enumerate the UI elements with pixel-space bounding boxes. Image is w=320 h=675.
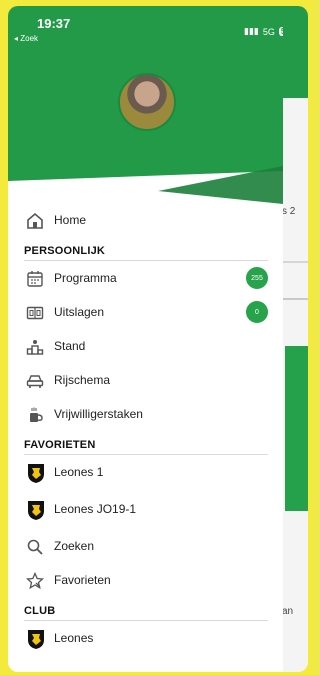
star-icon	[26, 572, 44, 590]
home-icon	[27, 212, 43, 229]
section-divider	[24, 620, 268, 621]
menu-item-rijschema[interactable]: Rijschema	[8, 364, 283, 398]
back-to-search-link[interactable]: ◂ Zoek	[14, 34, 38, 43]
section-label: PERSOONLIJK	[24, 245, 106, 257]
status-time: 19:37	[37, 16, 71, 31]
network-label: 5G	[262, 26, 275, 37]
avatar[interactable]	[118, 73, 176, 131]
count-badge: 255	[246, 267, 268, 289]
status-indicators: ▮▮▮ 5G 50	[244, 26, 283, 37]
calendar-icon	[27, 271, 43, 287]
drawer-header: 19:37 ◂ Zoek ▮▮▮ 5G 50	[8, 6, 283, 204]
background-text: s 2	[282, 206, 296, 217]
menu-item-label: Home	[54, 213, 87, 227]
menu-item-label: Rijschema	[54, 373, 111, 387]
background-green-card	[285, 346, 308, 511]
section-divider	[24, 260, 268, 261]
section-label: FAVORIETEN	[24, 439, 96, 451]
menu-item-label: Leones 1	[54, 465, 104, 479]
search-icon	[27, 539, 43, 555]
menu-item-vrijwilligerstaken[interactable]: Vrijwilligerstaken	[8, 398, 283, 432]
menu-item-label: Uitslagen	[54, 305, 105, 319]
car-icon	[26, 375, 44, 388]
club-crest-icon	[28, 630, 44, 649]
menu-item-programma[interactable]: Programma 255	[8, 262, 283, 296]
menu-item-label: Vrijwilligerstaken	[54, 407, 143, 421]
menu-item-uitslagen[interactable]: Uitslagen 0	[8, 296, 283, 330]
scoreboard-icon	[26, 306, 44, 320]
menu-item-label: Stand	[54, 339, 86, 353]
battery-icon: 50	[278, 27, 283, 36]
volunteer-icon	[30, 407, 43, 422]
menu-item-label: Programma	[54, 271, 117, 285]
menu-item-label: Leones	[54, 631, 94, 645]
navigation-drawer: 19:37 ◂ Zoek ▮▮▮ 5G 50 Home PERSOONLIJK	[8, 6, 283, 672]
menu-item-leones-1[interactable]: Leones 1	[8, 456, 283, 490]
section-header-club: CLUB	[8, 598, 283, 622]
section-header-favorites: FAVORIETEN	[8, 432, 283, 456]
signal-icon: ▮▮▮	[244, 26, 259, 36]
menu-item-club-leones[interactable]: Leones	[8, 622, 283, 656]
podium-icon	[26, 340, 44, 355]
menu-item-label: Zoeken	[54, 539, 95, 553]
menu-item-favorieten[interactable]: Favorieten	[8, 564, 283, 598]
club-crest-icon	[28, 464, 44, 483]
menu-item-label: Favorieten	[54, 573, 111, 587]
club-crest-icon	[28, 501, 44, 520]
drawer-menu: Home PERSOONLIJK Programma 255 Uitslagen…	[8, 204, 283, 656]
count-badge: 0	[246, 301, 268, 323]
section-divider	[24, 454, 268, 455]
background-text: an	[282, 606, 294, 617]
menu-item-home[interactable]: Home	[8, 204, 283, 238]
menu-item-leones-jo19-1[interactable]: Leones JO19-1	[8, 490, 283, 530]
menu-item-stand[interactable]: Stand	[8, 330, 283, 364]
section-label: CLUB	[24, 605, 56, 617]
section-header-personal: PERSOONLIJK	[8, 238, 283, 262]
menu-item-label: Leones JO19-1	[54, 502, 137, 516]
menu-item-zoeken[interactable]: Zoeken	[8, 530, 283, 564]
